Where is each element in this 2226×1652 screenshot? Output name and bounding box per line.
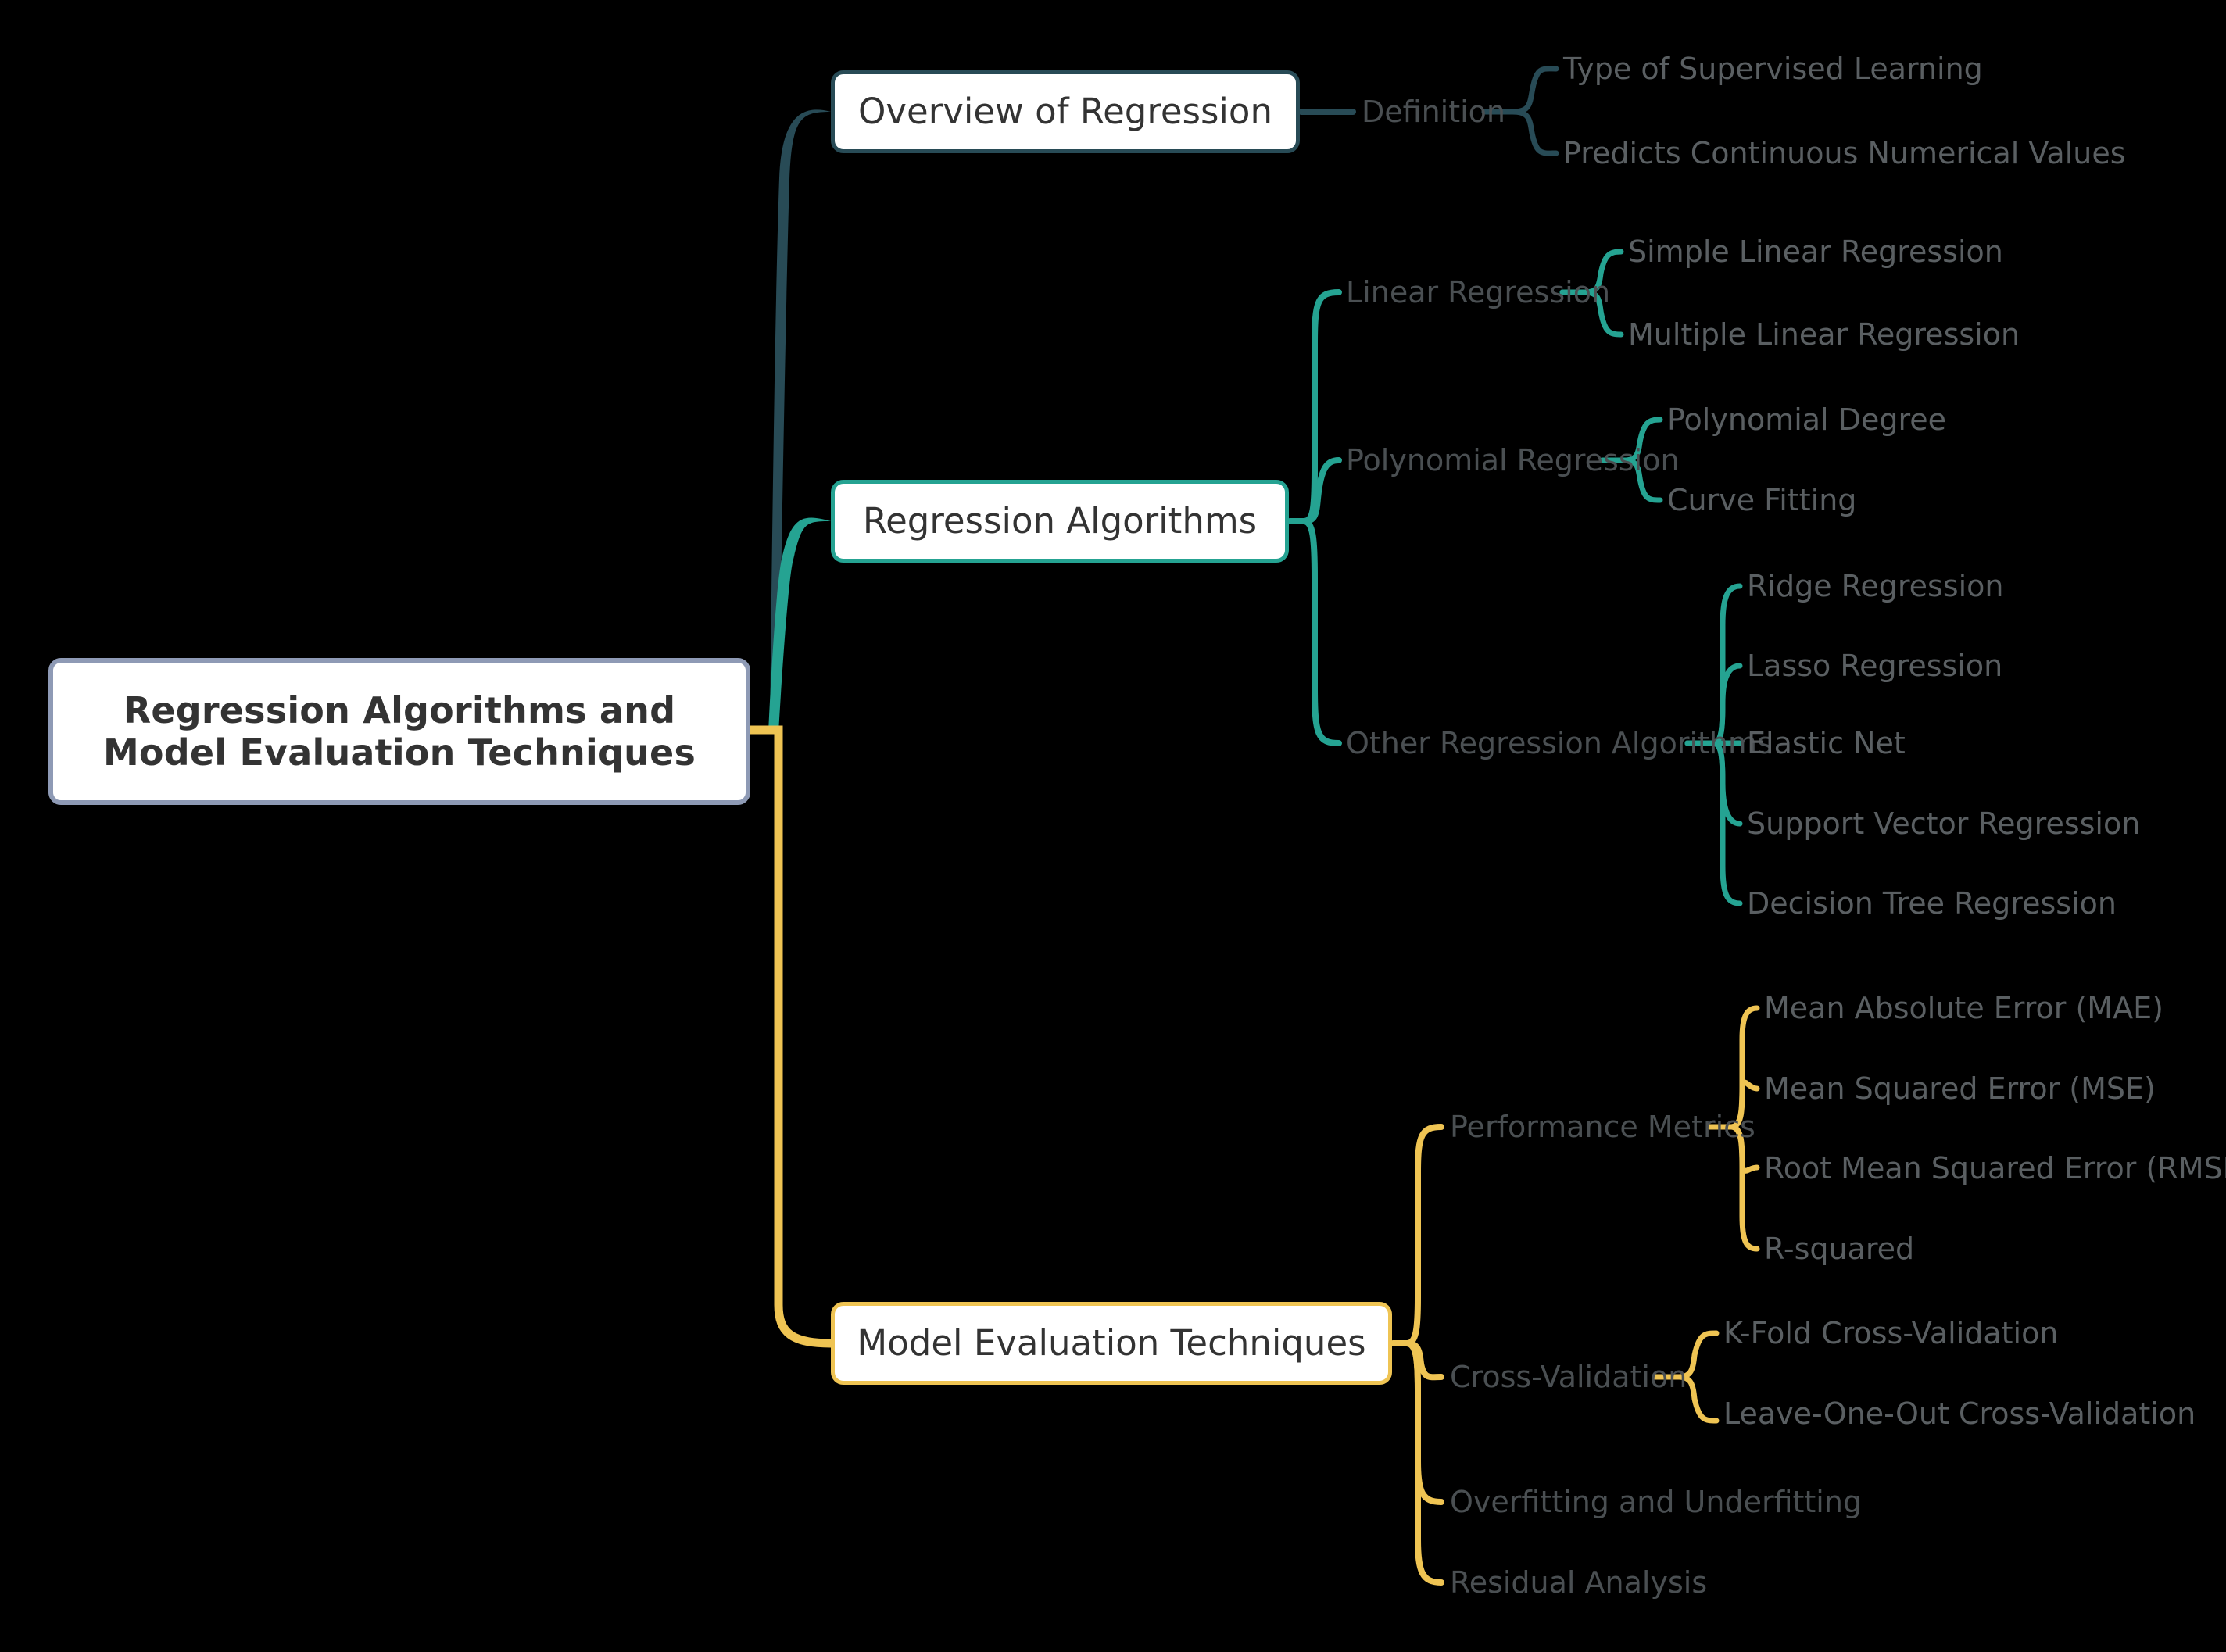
branch-node-evaluation-label: Model Evaluation Techniques [857,1322,1366,1364]
branch-node-regression-algorithms[interactable]: Regression Algorithms [831,480,1289,563]
root-node[interactable]: Regression Algorithms and Model Evaluati… [48,658,750,805]
node-k-fold-cross-validation[interactable]: K-Fold Cross-Validation [1723,1318,2058,1348]
node-residual-analysis[interactable]: Residual Analysis [1450,1568,1707,1597]
node-other-regression-algorithms[interactable]: Other Regression Algorithms [1346,728,1773,758]
node-root-mean-squared-error[interactable]: Root Mean Squared Error (RMSE) [1764,1153,2226,1183]
link-other-regression-algorithms-to-ridge-regression [1684,583,1743,746]
node-type-of-supervised-learning[interactable]: Type of Supervised Learning [1563,54,1983,84]
node-overfitting-and-underfitting[interactable]: Overfitting and Underfitting [1450,1487,1862,1517]
node-leave-one-out-cross-validation[interactable]: Leave-One-Out Cross-Validation [1723,1399,2196,1429]
link-performance-metrics-to-r-squared [1707,1124,1760,1252]
link-evaluation-to-residual-analysis [1390,1340,1444,1586]
branch-node-overview-of-regression[interactable]: Overview of Regression [831,70,1300,153]
node-performance-metrics[interactable]: Performance Metrics [1450,1112,1755,1142]
node-mean-squared-error[interactable]: Mean Squared Error (MSE) [1764,1074,2156,1103]
link-evaluation-to-cross-validation [1390,1340,1444,1381]
node-cross-validation[interactable]: Cross-Validation [1450,1362,1687,1392]
node-support-vector-regression[interactable]: Support Vector Regression [1747,809,2140,839]
node-mean-absolute-error[interactable]: Mean Absolute Error (MAE) [1764,993,2163,1023]
node-linear-regression[interactable]: Linear Regression [1346,277,1610,307]
root-node-label-line2: Model Evaluation Techniques [102,731,696,774]
link-other-regression-algorithms-to-decision-tree-regression [1684,740,1743,906]
node-decision-tree-regression[interactable]: Decision Tree Regression [1747,889,2117,918]
link-root-to-evaluation [746,725,836,1348]
node-simple-linear-regression[interactable]: Simple Linear Regression [1628,237,2003,266]
link-root-to-algorithms [768,517,831,733]
node-lasso-regression[interactable]: Lasso Regression [1747,651,2002,681]
node-polynomial-regression[interactable]: Polynomial Regression [1346,445,1680,475]
node-elastic-net[interactable]: Elastic Net [1747,728,1906,758]
node-multiple-linear-regression[interactable]: Multiple Linear Regression [1628,320,2020,349]
node-ridge-regression[interactable]: Ridge Regression [1747,571,2004,601]
link-algorithms-to-polynomial-regression [1287,457,1342,524]
node-predicts-continuous-numerical-values[interactable]: Predicts Continuous Numerical Values [1563,138,2126,168]
root-node-label: Regression Algorithms and Model Evaluati… [103,689,696,774]
node-r-squared[interactable]: R-squared [1764,1234,1914,1264]
branch-node-model-evaluation-techniques[interactable]: Model Evaluation Techniques [831,1302,1392,1385]
node-polynomial-degree[interactable]: Polynomial Degree [1667,405,1946,434]
link-evaluation-to-overfitting-and-underfitting [1390,1340,1444,1505]
link-evaluation-to-performance-metrics [1390,1124,1444,1346]
node-curve-fitting[interactable]: Curve Fitting [1667,485,1856,515]
branch-node-algorithms-label: Regression Algorithms [862,500,1258,542]
node-definition[interactable]: Definition [1362,97,1505,127]
branch-node-overview-label: Overview of Regression [858,91,1272,133]
link-root-to-overview [770,109,831,733]
root-node-label-line1: Regression Algorithms and [123,688,676,731]
link-algorithms-to-linear-regression [1287,289,1342,524]
link-algorithms-to-other-regression-algorithms [1287,518,1342,746]
mindmap-canvas: Regression Algorithms and Model Evaluati… [0,0,2226,1652]
